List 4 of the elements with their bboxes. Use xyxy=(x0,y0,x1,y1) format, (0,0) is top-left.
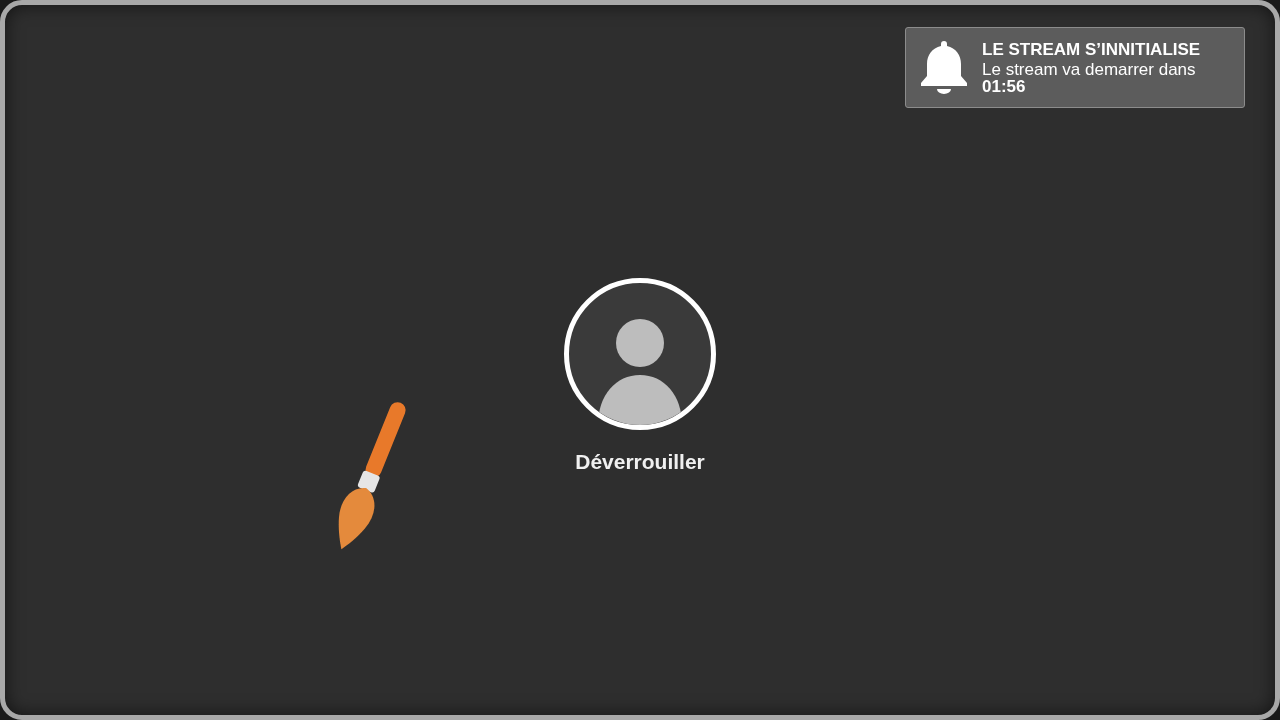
unlock-button[interactable]: Déverrouiller xyxy=(575,446,705,478)
bell-icon xyxy=(918,38,970,97)
notification-title: LE STREAM S’INNITIALISE xyxy=(982,40,1202,58)
notification-message: Le stream va demarrer dans 01:56 xyxy=(982,60,1197,95)
